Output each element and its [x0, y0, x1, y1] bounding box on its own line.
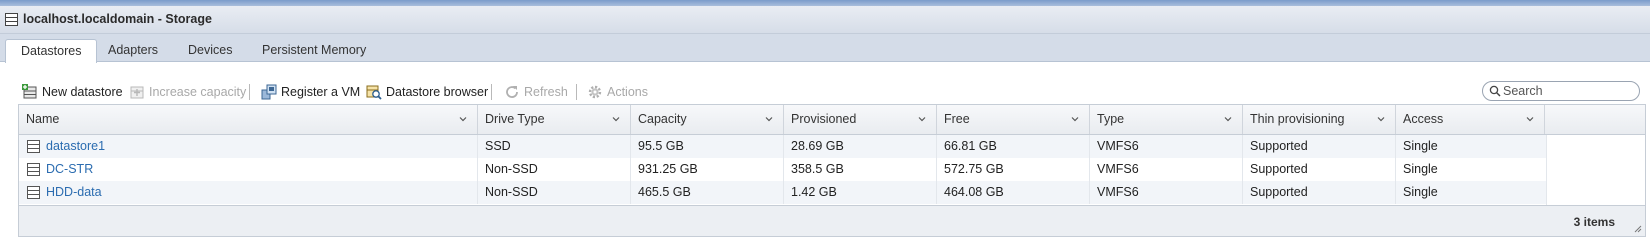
- refresh-label: Refresh: [524, 85, 568, 99]
- cell-free: 66.81 GB: [937, 135, 1090, 158]
- chevron-down-icon[interactable]: [1525, 114, 1535, 124]
- tab-adapters[interactable]: Adapters: [93, 39, 173, 62]
- column-header-drive-type[interactable]: Drive Type: [478, 105, 631, 134]
- new-datastore-label: New datastore: [42, 85, 123, 99]
- cell-thin-provisioning: Supported: [1243, 158, 1396, 181]
- cell-capacity: 465.5 GB: [631, 181, 784, 204]
- cell-provisioned: 358.5 GB: [784, 158, 937, 181]
- increase-capacity-icon: [130, 86, 144, 99]
- cell-access: Single: [1396, 158, 1547, 181]
- table-footer: 3 items: [19, 205, 1645, 236]
- gear-icon: [588, 85, 602, 99]
- column-header-capacity[interactable]: Capacity: [631, 105, 784, 134]
- table-row[interactable]: datastore1 SSD 95.5 GB 28.69 GB 66.81 GB…: [19, 135, 1547, 158]
- datastore-browser-icon: [366, 85, 382, 100]
- cell-drive-type: Non-SSD: [478, 181, 631, 204]
- cell-capacity: 931.25 GB: [631, 158, 784, 181]
- cell-thin-provisioning: Supported: [1243, 135, 1396, 158]
- cell-name: HDD-data: [19, 181, 478, 204]
- column-header-free[interactable]: Free: [937, 105, 1090, 134]
- cell-provisioned: 1.42 GB: [784, 181, 937, 204]
- chevron-down-icon[interactable]: [1070, 114, 1080, 124]
- cell-name: datastore1: [19, 135, 478, 158]
- column-header-label: Thin provisioning: [1250, 112, 1345, 126]
- datastore-link[interactable]: HDD-data: [46, 181, 102, 204]
- item-count: 3 items: [1573, 215, 1615, 229]
- table-row[interactable]: HDD-data Non-SSD 465.5 GB 1.42 GB 464.08…: [19, 181, 1547, 204]
- chevron-down-icon[interactable]: [611, 114, 621, 124]
- column-header-label: Name: [26, 112, 60, 126]
- refresh-icon: [506, 86, 518, 98]
- cell-thin-provisioning: Supported: [1243, 181, 1396, 204]
- register-vm-icon: [261, 84, 277, 100]
- chevron-down-icon[interactable]: [917, 114, 927, 124]
- search-icon: [1489, 85, 1501, 97]
- datastore-icon: [27, 140, 40, 153]
- column-header-label: Free: [944, 112, 970, 126]
- datastore-link[interactable]: DC-STR: [46, 158, 93, 181]
- search-box[interactable]: [1482, 81, 1640, 101]
- cell-access: Single: [1396, 135, 1547, 158]
- tab-bar: Datastores Adapters Devices Persistent M…: [0, 34, 1650, 63]
- chevron-down-icon[interactable]: [458, 114, 468, 124]
- datastore-link[interactable]: datastore1: [46, 135, 105, 158]
- datastores-table: Name Drive Type Capacity Provisioned Fre…: [18, 104, 1646, 237]
- column-header-access[interactable]: Access: [1396, 105, 1545, 134]
- tab-devices[interactable]: Devices: [173, 39, 247, 62]
- cell-access: Single: [1396, 181, 1547, 204]
- chevron-down-icon[interactable]: [1376, 114, 1386, 124]
- column-header-label: Drive Type: [485, 112, 545, 126]
- column-header-thin-provisioning[interactable]: Thin provisioning: [1243, 105, 1396, 134]
- cell-type: VMFS6: [1090, 181, 1243, 204]
- cell-capacity: 95.5 GB: [631, 135, 784, 158]
- window-title: localhost.localdomain - Storage: [23, 12, 212, 26]
- column-header-provisioned[interactable]: Provisioned: [784, 105, 937, 134]
- search-input[interactable]: [1503, 83, 1633, 99]
- table-row[interactable]: DC-STR Non-SSD 931.25 GB 358.5 GB 572.75…: [19, 158, 1547, 181]
- column-header-label: Provisioned: [791, 112, 857, 126]
- column-header-name[interactable]: Name: [19, 105, 478, 134]
- register-vm-label: Register a VM: [281, 85, 361, 99]
- cell-drive-type: SSD: [478, 135, 631, 158]
- table-header: Name Drive Type Capacity Provisioned Fre…: [19, 105, 1645, 135]
- cell-provisioned: 28.69 GB: [784, 135, 937, 158]
- table-scroll-area[interactable]: [1547, 135, 1645, 205]
- tab-datastores[interactable]: Datastores: [5, 39, 98, 63]
- cell-name: DC-STR: [19, 158, 478, 181]
- storage-icon: [5, 13, 18, 26]
- cell-free: 464.08 GB: [937, 181, 1090, 204]
- column-header-label: Capacity: [638, 112, 687, 126]
- column-header-type[interactable]: Type: [1090, 105, 1243, 134]
- resize-grip-icon[interactable]: [1634, 225, 1642, 233]
- chevron-down-icon[interactable]: [764, 114, 774, 124]
- column-header-label: Type: [1097, 112, 1125, 126]
- cell-drive-type: Non-SSD: [478, 158, 631, 181]
- cell-type: VMFS6: [1090, 158, 1243, 181]
- toolbar-separator: [249, 84, 250, 100]
- datastore-icon: [27, 186, 40, 199]
- datastore-browser-label: Datastore browser: [386, 85, 489, 99]
- toolbar-separator: [576, 84, 577, 100]
- chevron-down-icon[interactable]: [1223, 114, 1233, 124]
- toolbar-separator: [491, 84, 492, 100]
- title-bar: localhost.localdomain - Storage: [0, 6, 1650, 34]
- new-datastore-icon: [22, 84, 37, 99]
- increase-capacity-label: Increase capacity: [149, 85, 247, 99]
- column-header-label: Access: [1403, 112, 1444, 126]
- cell-free: 572.75 GB: [937, 158, 1090, 181]
- cell-type: VMFS6: [1090, 135, 1243, 158]
- actions-label: Actions: [607, 85, 648, 99]
- datastore-icon: [27, 163, 40, 176]
- tab-persistent-memory[interactable]: Persistent Memory: [247, 39, 381, 62]
